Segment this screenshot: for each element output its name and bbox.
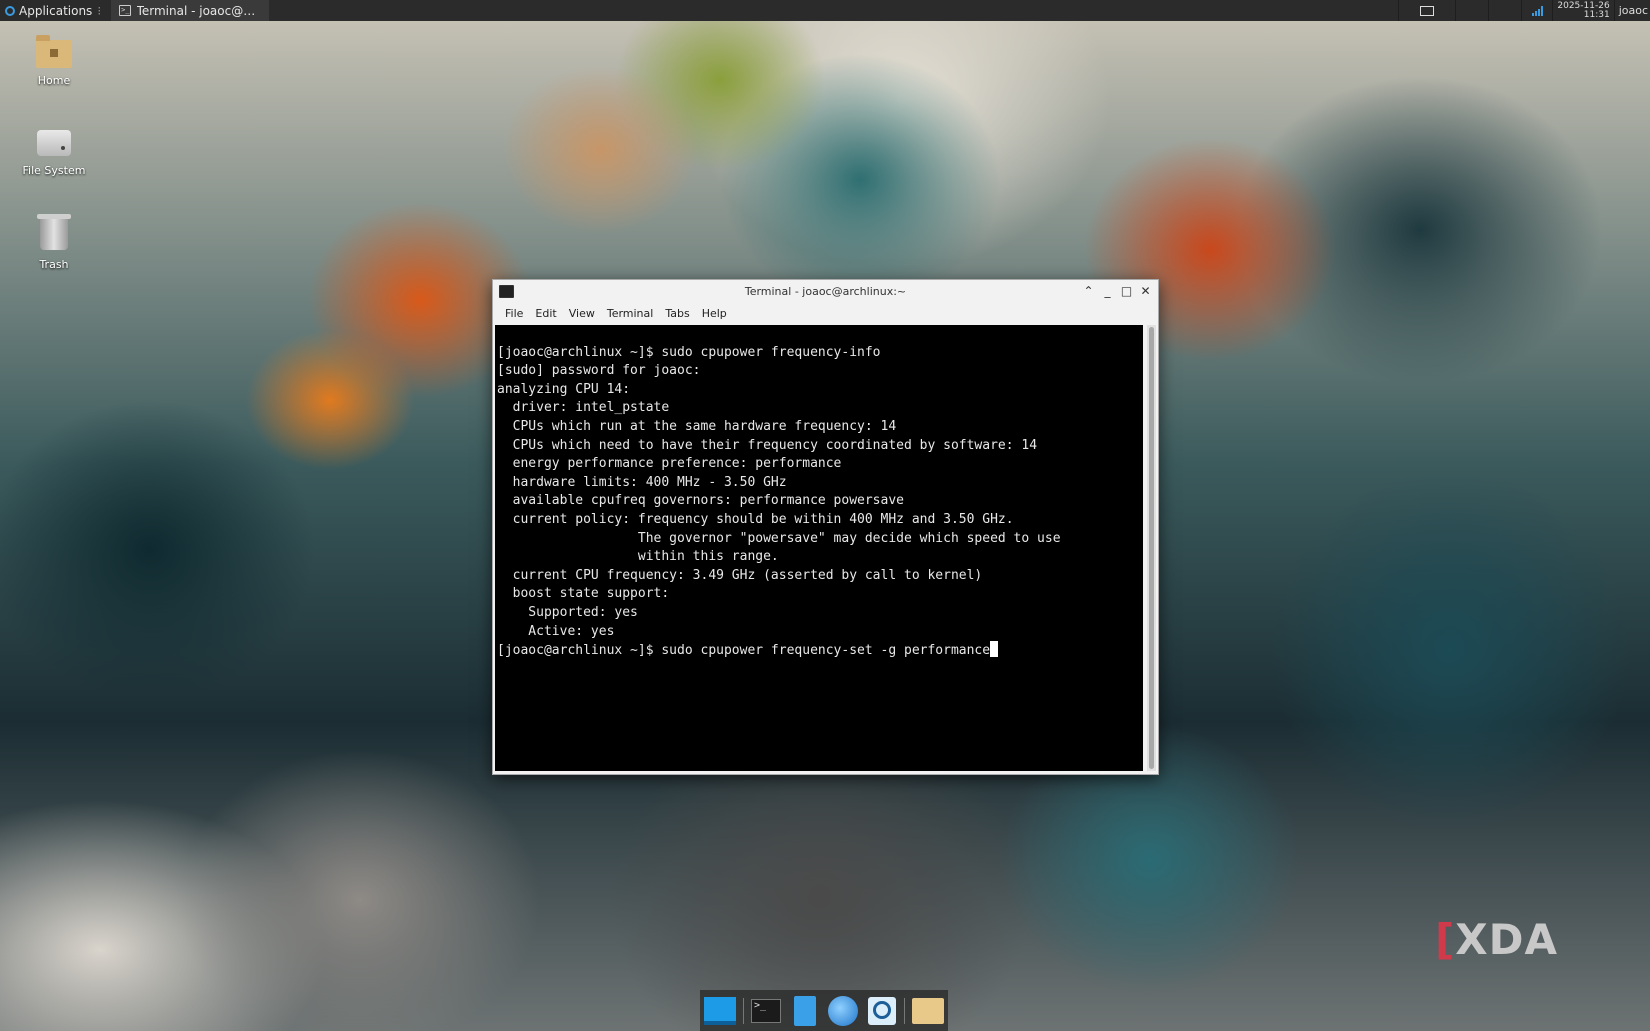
dock-separator [904,997,906,1024]
show-desktop-icon [704,996,737,1025]
taskbar-terminal-button[interactable]: >_ Terminal - joaoc@archlinu... [111,0,270,21]
applications-icon [4,5,16,17]
terminal-prompt-line[interactable]: [joaoc@archlinux ~]$ sudo cpupower frequ… [497,641,1143,660]
network-button[interactable] [1521,0,1552,21]
applications-label: Applications [19,3,93,18]
trash-icon [37,214,71,250]
terminal-line: available cpufreq governors: performance… [497,493,904,509]
terminal-line: Active: yes [497,623,615,639]
shade-button[interactable]: ⌃ [1082,280,1095,302]
terminal-line: current CPU frequency: 3.49 GHz (asserte… [497,567,983,583]
terminal-line: energy performance preference: performan… [497,456,842,472]
menu-help[interactable]: Help [696,307,733,320]
terminal-line: [sudo] password for joaoc: [497,363,701,379]
taskbar-terminal-label: Terminal - joaoc@archlinu... [136,3,262,18]
maximize-button[interactable]: □ [1120,280,1133,302]
dock-show-desktop-button[interactable] [704,994,737,1028]
terminal-line: driver: intel_pstate [497,400,670,416]
applications-menu-button[interactable]: Applications ⁝ [0,0,105,21]
panel-tray: 2025-11-26 11:31 joaoc [1398,0,1650,21]
user-menu-button[interactable]: joaoc [1613,0,1650,21]
menu-edit[interactable]: Edit [529,307,562,320]
file-manager-icon [793,995,816,1026]
menu-terminal[interactable]: Terminal [601,307,660,320]
window-title: Terminal - joaoc@archlinux:~ [744,284,907,298]
dock: >_ [700,990,948,1031]
network-signal-icon [1531,5,1543,16]
keyboard-icon [1420,5,1435,16]
folder-icon [911,997,944,1024]
terminal-line: CPUs which need to have their frequency … [497,437,1038,453]
terminal-line: within this range. [497,549,779,565]
window-controls: ⌃ _ □ ✕ [1082,280,1152,302]
dock-terminal-button[interactable]: >_ [750,994,783,1028]
desktop-icon-trash[interactable]: Trash [16,214,92,271]
xda-watermark-logo: [XDA [1435,915,1558,964]
terminal-current-command: [joaoc@archlinux ~]$ sudo cpupower frequ… [497,643,991,659]
clock-time: 11:31 [1583,9,1610,20]
terminal-window[interactable]: Terminal - joaoc@archlinux:~ ⌃ _ □ ✕ Fil… [492,279,1159,775]
home-folder-icon [36,35,72,68]
menu-tabs[interactable]: Tabs [659,307,695,320]
app-finder-icon [867,996,896,1025]
web-browser-icon [828,995,859,1026]
desktop-icon-home[interactable]: Home [16,35,92,87]
dock-separator [742,997,744,1024]
top-panel: Applications ⁝ >_ Terminal - joaoc@archl… [0,0,1650,21]
terminal-line: current policy: frequency should be with… [497,511,1014,527]
dock-folder-button[interactable] [911,994,944,1028]
terminal-icon: >_ [750,998,781,1023]
terminal-line: [joaoc@archlinux ~]$ sudo cpupower frequ… [497,344,881,360]
panel-separator: ⁝ [97,3,102,18]
terminal-icon [499,284,514,298]
terminal-icon: >_ [119,5,131,16]
text-cursor [990,641,999,658]
scrollbar-thumb[interactable] [1149,327,1154,769]
window-title-bar[interactable]: Terminal - joaoc@archlinux:~ ⌃ _ □ ✕ [493,280,1158,302]
desktop-icon-label: Trash [39,258,69,271]
tray-slot[interactable] [1488,0,1521,21]
terminal-line: boost state support: [497,586,670,602]
minimize-button[interactable]: _ [1101,280,1114,302]
close-button[interactable]: ✕ [1139,280,1152,302]
desktop-icon-file-system[interactable]: File System [16,130,92,177]
dock-file-manager-button[interactable] [788,994,821,1028]
desktop-icon-label: Home [37,74,71,87]
dock-web-browser-button[interactable] [827,994,860,1028]
menu-view[interactable]: View [563,307,601,320]
terminal-scrollbar[interactable] [1147,325,1156,771]
terminal-line: CPUs which run at the same hardware freq… [497,418,897,434]
drive-icon [37,130,71,156]
terminal-line: analyzing CPU 14: [497,381,631,397]
terminal-output[interactable]: [joaoc@archlinux ~]$ sudo cpupower frequ… [495,325,1143,771]
keyboard-layout-button[interactable] [1398,0,1455,21]
menu-file[interactable]: File [499,307,529,320]
tray-slot[interactable] [1455,0,1488,21]
terminal-line: The governor "powersave" may decide whic… [497,530,1061,546]
dock-app-finder-button[interactable] [866,994,899,1028]
clock[interactable]: 2025-11-26 11:31 [1552,0,1613,21]
terminal-line: hardware limits: 400 MHz - 3.50 GHz [497,474,787,490]
terminal-line: Supported: yes [497,604,638,620]
desktop-icon-label: File System [22,164,86,177]
menu-bar: File Edit View Terminal Tabs Help [493,302,1158,324]
